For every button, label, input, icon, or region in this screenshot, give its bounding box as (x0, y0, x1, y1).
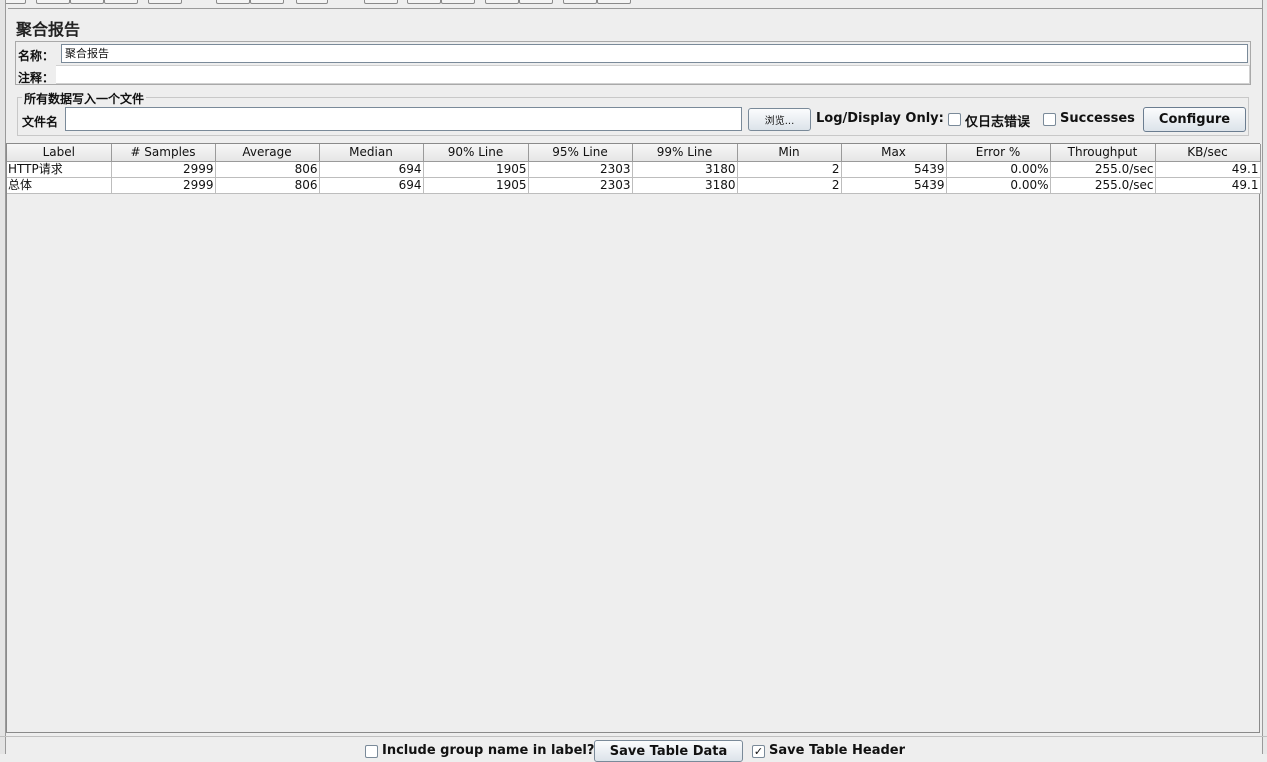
include-group-name-label: Include group name in label? (382, 743, 595, 758)
toolbar-button[interactable] (250, 0, 284, 4)
toolbar-button[interactable] (407, 0, 441, 4)
errors-only-label: 仅日志错误 (965, 115, 1031, 130)
table-cell: 49.1 (1155, 161, 1261, 178)
save-table-header-label: Save Table Header (769, 743, 906, 758)
table-header-row: Label # Samples Average Median 90% Line … (7, 144, 1261, 162)
results-table: Label # Samples Average Median 90% Line … (7, 144, 1261, 194)
save-table-data-button[interactable]: Save Table Data (594, 740, 743, 762)
table-cell: 5439 (841, 177, 947, 194)
table-cell: HTTP请求 (7, 161, 112, 178)
toolbar-button[interactable] (148, 0, 182, 4)
toolbar-button[interactable] (104, 0, 138, 4)
column-header-label[interactable]: Label (7, 144, 112, 162)
column-header-median[interactable]: Median (319, 144, 424, 162)
column-header-95-line[interactable]: 95% Line (528, 144, 633, 162)
table-cell: 2 (737, 161, 842, 178)
table-cell: 806 (215, 161, 320, 178)
table-cell: 5439 (841, 161, 947, 178)
column-header-kb-sec[interactable]: KB/sec (1155, 144, 1261, 162)
column-header-90-line[interactable]: 90% Line (423, 144, 529, 162)
table-cell: 2303 (528, 177, 633, 194)
successes-checkbox[interactable] (1043, 113, 1056, 126)
column-header-max[interactable]: Max (841, 144, 947, 162)
right-frame-border (1262, 0, 1267, 754)
table-cell: 49.1 (1155, 177, 1261, 194)
column-header-average[interactable]: Average (215, 144, 320, 162)
table-cell: 2999 (111, 161, 216, 178)
log-display-only-label: Log/Display Only: (816, 111, 944, 126)
configure-button[interactable]: Configure (1143, 107, 1246, 132)
table-cell: 0.00% (946, 161, 1051, 178)
table-row[interactable]: HTTP请求 2999 806 694 1905 2303 3180 2 543… (7, 161, 1261, 178)
toolbar-button[interactable] (36, 0, 70, 4)
comment-label: 注释： (18, 71, 55, 85)
write-to-file-group-title: 所有数据写入一个文件 (22, 90, 147, 107)
toolbar-strip (0, 0, 1267, 6)
filename-input[interactable] (65, 107, 742, 131)
page-title: 聚合报告 (16, 20, 81, 39)
browse-button[interactable]: 浏览... (748, 108, 811, 131)
table-cell: 3180 (632, 177, 738, 194)
table-cell: 1905 (423, 177, 529, 194)
include-group-name-checkbox[interactable] (365, 745, 378, 758)
toolbar-button[interactable] (441, 0, 475, 4)
table-cell: 255.0/sec (1050, 161, 1156, 178)
toolbar-button[interactable] (519, 0, 553, 4)
toolbar-button[interactable] (563, 0, 597, 4)
toolbar-button[interactable] (485, 0, 519, 4)
table-cell: 3180 (632, 161, 738, 178)
toolbar-button[interactable] (597, 0, 631, 4)
table-cell: 694 (319, 177, 424, 194)
name-label: 名称： (18, 49, 55, 63)
table-cell: 总体 (7, 177, 112, 194)
table-cell: 1905 (423, 161, 529, 178)
name-input[interactable]: 聚合报告 (61, 44, 1248, 63)
column-header-samples[interactable]: # Samples (111, 144, 216, 162)
column-header-error-percent[interactable]: Error % (946, 144, 1051, 162)
table-cell: 694 (319, 161, 424, 178)
table-cell: 255.0/sec (1050, 177, 1156, 194)
save-table-header-checkbox[interactable]: ✓ (752, 745, 765, 758)
toolbar-button[interactable] (70, 0, 104, 4)
toolbar-button[interactable] (364, 0, 398, 4)
column-header-min[interactable]: Min (737, 144, 842, 162)
errors-only-checkbox[interactable] (948, 113, 961, 126)
column-header-throughput[interactable]: Throughput (1050, 144, 1156, 162)
results-table-container[interactable]: Label # Samples Average Median 90% Line … (6, 143, 1261, 733)
table-cell: 2999 (111, 177, 216, 194)
successes-label: Successes (1060, 111, 1135, 126)
table-cell: 2 (737, 177, 842, 194)
table-cell: 0.00% (946, 177, 1051, 194)
table-cell: 806 (215, 177, 320, 194)
toolbar-button[interactable] (296, 0, 328, 4)
table-row[interactable]: 总体 2999 806 694 1905 2303 3180 2 5439 0.… (7, 177, 1261, 194)
table-cell: 2303 (528, 161, 633, 178)
filename-label: 文件名 (22, 115, 59, 129)
toolbar-button[interactable] (216, 0, 250, 4)
comment-input[interactable] (56, 65, 1250, 84)
column-header-99-line[interactable]: 99% Line (632, 144, 738, 162)
